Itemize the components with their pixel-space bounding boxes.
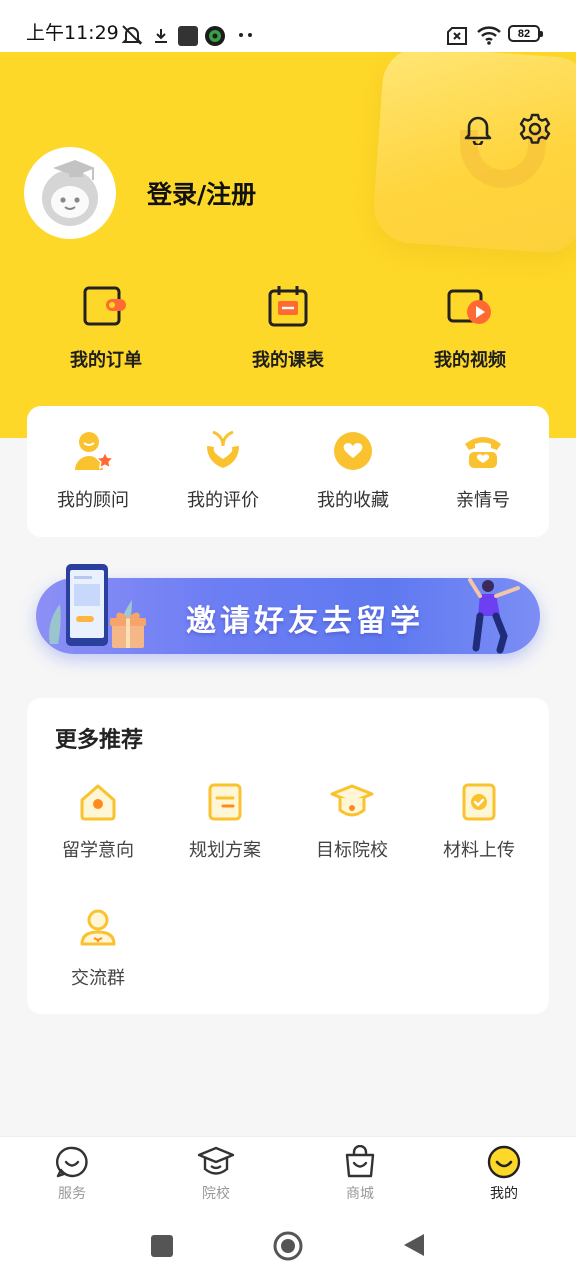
default-avatar-icon [42,160,98,226]
more-item-plan[interactable]: 规划方案 [160,782,290,862]
tab-label: 院校 [202,1186,230,1202]
section-title: 更多推荐 [55,728,144,753]
tab-label: 我的 [490,1186,518,1202]
tab-mall[interactable]: 商城 [310,1145,410,1203]
system-navigation-bar [0,1220,576,1280]
login-register-link[interactable]: 登录/注册 [147,175,256,211]
calendar-icon [268,286,308,327]
status-bar: 上午11:29 82 [0,0,576,52]
tab-label: 服务 [58,1186,86,1202]
app-badge-icon [205,26,225,46]
more-dots-icon [239,33,252,37]
avatar[interactable] [24,147,116,239]
advisor-icon [75,432,115,470]
service-label: 我的顾问 [57,490,129,511]
quick-link-videos[interactable]: 我的视频 [405,284,535,372]
recent-apps-button[interactable] [151,1235,173,1257]
quick-link-orders[interactable]: 我的订单 [41,284,171,372]
tab-me[interactable]: 我的 [454,1145,554,1203]
more-item-group-chat[interactable]: 交流群 [33,908,163,990]
service-family-number[interactable]: 亲情号 [418,428,548,512]
phone-icon [465,437,501,468]
service-favorites[interactable]: 我的收藏 [288,428,418,512]
home-button[interactable] [272,1230,304,1262]
download-icon [155,29,167,43]
plan-icon [208,783,242,821]
service-label: 我的收藏 [317,490,389,511]
service-tab-icon [56,1146,88,1178]
bottom-navigation: 服务 院校 商城 我的 [0,1136,576,1220]
banner-text: 邀请好友去留学 [186,604,424,639]
mute-bell-icon [121,25,143,45]
more-item-intent[interactable]: 留学意向 [33,782,163,862]
tab-schools[interactable]: 院校 [166,1145,266,1203]
school-icon [330,784,374,817]
service-label: 我的评价 [187,490,259,511]
quick-link-label: 我的视频 [434,350,506,371]
quick-link-label: 我的课表 [252,350,324,371]
more-item-target-school[interactable]: 目标院校 [287,782,417,862]
more-item-label: 目标院校 [316,840,388,861]
service-label: 亲情号 [456,490,510,511]
tab-label: 商城 [346,1186,374,1202]
mall-tab-icon [345,1145,375,1178]
intent-icon [80,784,116,821]
more-item-label: 留学意向 [62,840,134,861]
notification-bell-button[interactable] [459,110,497,148]
more-item-label: 交流群 [71,968,125,989]
order-icon [83,286,126,326]
service-reviews[interactable]: 我的评价 [158,428,288,512]
quick-link-schedule[interactable]: 我的课表 [223,284,353,372]
settings-button[interactable] [516,110,554,148]
more-item-label: 规划方案 [189,840,261,861]
favorite-icon [334,432,372,470]
phone-gift-illustration [49,564,146,648]
gear-icon [519,113,551,144]
school-tab-icon [197,1146,235,1175]
more-recommendations-card: 更多推荐 留学意向 规划方案 目标院校 材料上传 交流群 [27,698,549,1014]
battery-indicator: 82 [508,25,543,42]
tab-service[interactable]: 服务 [22,1145,122,1203]
video-icon [447,289,491,324]
more-item-label: 材料上传 [443,840,515,861]
sim-disabled-icon [447,27,467,45]
jumping-person-illustration [468,578,520,654]
wifi-icon [477,26,501,45]
group-icon [80,909,116,946]
quick-link-label: 我的订单 [70,350,142,371]
status-time: 上午11:29 [26,22,119,44]
me-tab-icon [487,1145,521,1179]
more-item-upload-materials[interactable]: 材料上传 [414,782,544,862]
review-icon [207,430,239,468]
app-notification-icon [178,26,198,46]
bell-icon [464,116,492,145]
back-button[interactable] [402,1232,426,1258]
upload-icon [462,783,496,821]
services-card: 我的顾问 我的评价 我的收藏 亲情号 [27,406,549,537]
service-advisor[interactable]: 我的顾问 [28,428,158,512]
